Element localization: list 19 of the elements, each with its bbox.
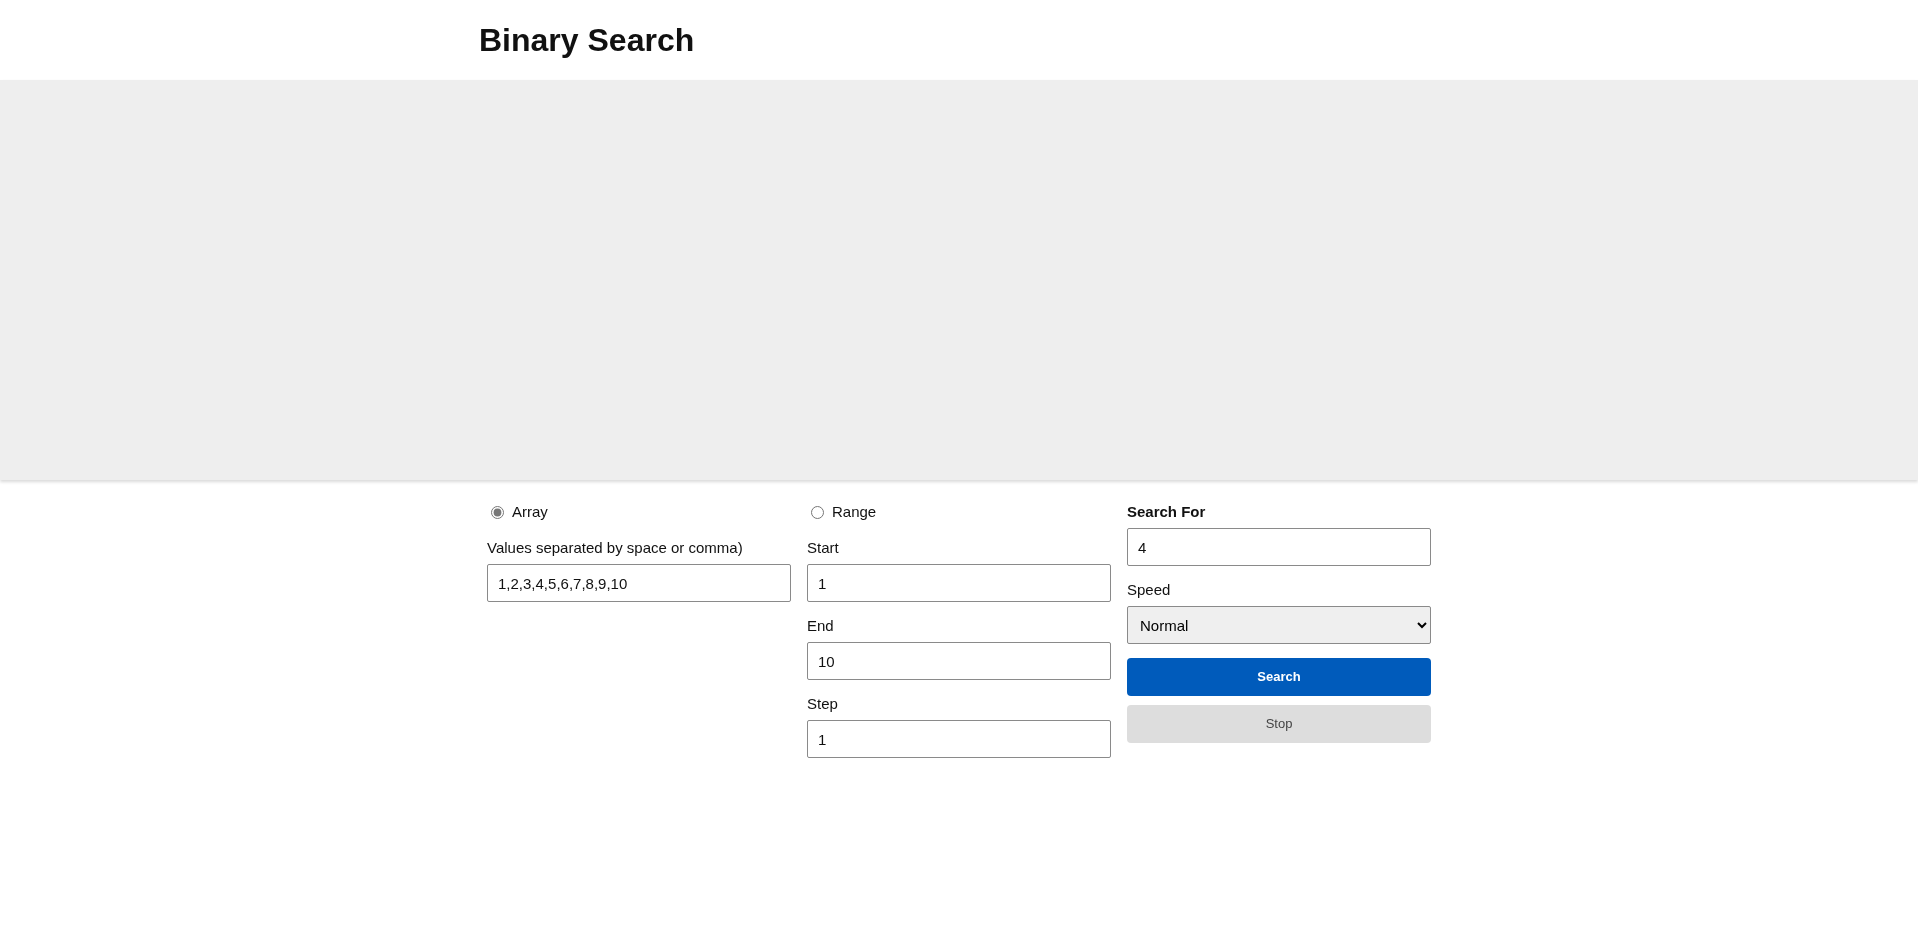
field-label: Speed	[1127, 580, 1172, 600]
field-label: Start	[807, 538, 840, 558]
field-label: Step	[807, 694, 839, 714]
input-field[interactable]: 1	[807, 564, 1111, 602]
field-label: End	[807, 616, 835, 636]
radio-label: Range	[832, 501, 877, 522]
field-label: Values separated by space or comma)	[487, 538, 744, 558]
radio-button[interactable]	[491, 505, 504, 519]
speed-dropdown[interactable]: Normal	[1127, 606, 1431, 644]
radio-button[interactable]	[811, 505, 824, 519]
page-title: Binary Search	[479, 21, 696, 60]
input-field[interactable]: 1	[807, 720, 1111, 758]
radio-label: Array	[512, 501, 548, 522]
field-label: Search For	[1127, 502, 1207, 522]
search-button[interactable]: Search	[1127, 658, 1431, 696]
stop-button[interactable]: Stop	[1127, 705, 1431, 743]
input-field[interactable]: 4	[1127, 528, 1431, 566]
input-field[interactable]: 10	[807, 642, 1111, 680]
input-field[interactable]: 1,2,3,4,5,6,7,8,9,10	[487, 564, 791, 602]
